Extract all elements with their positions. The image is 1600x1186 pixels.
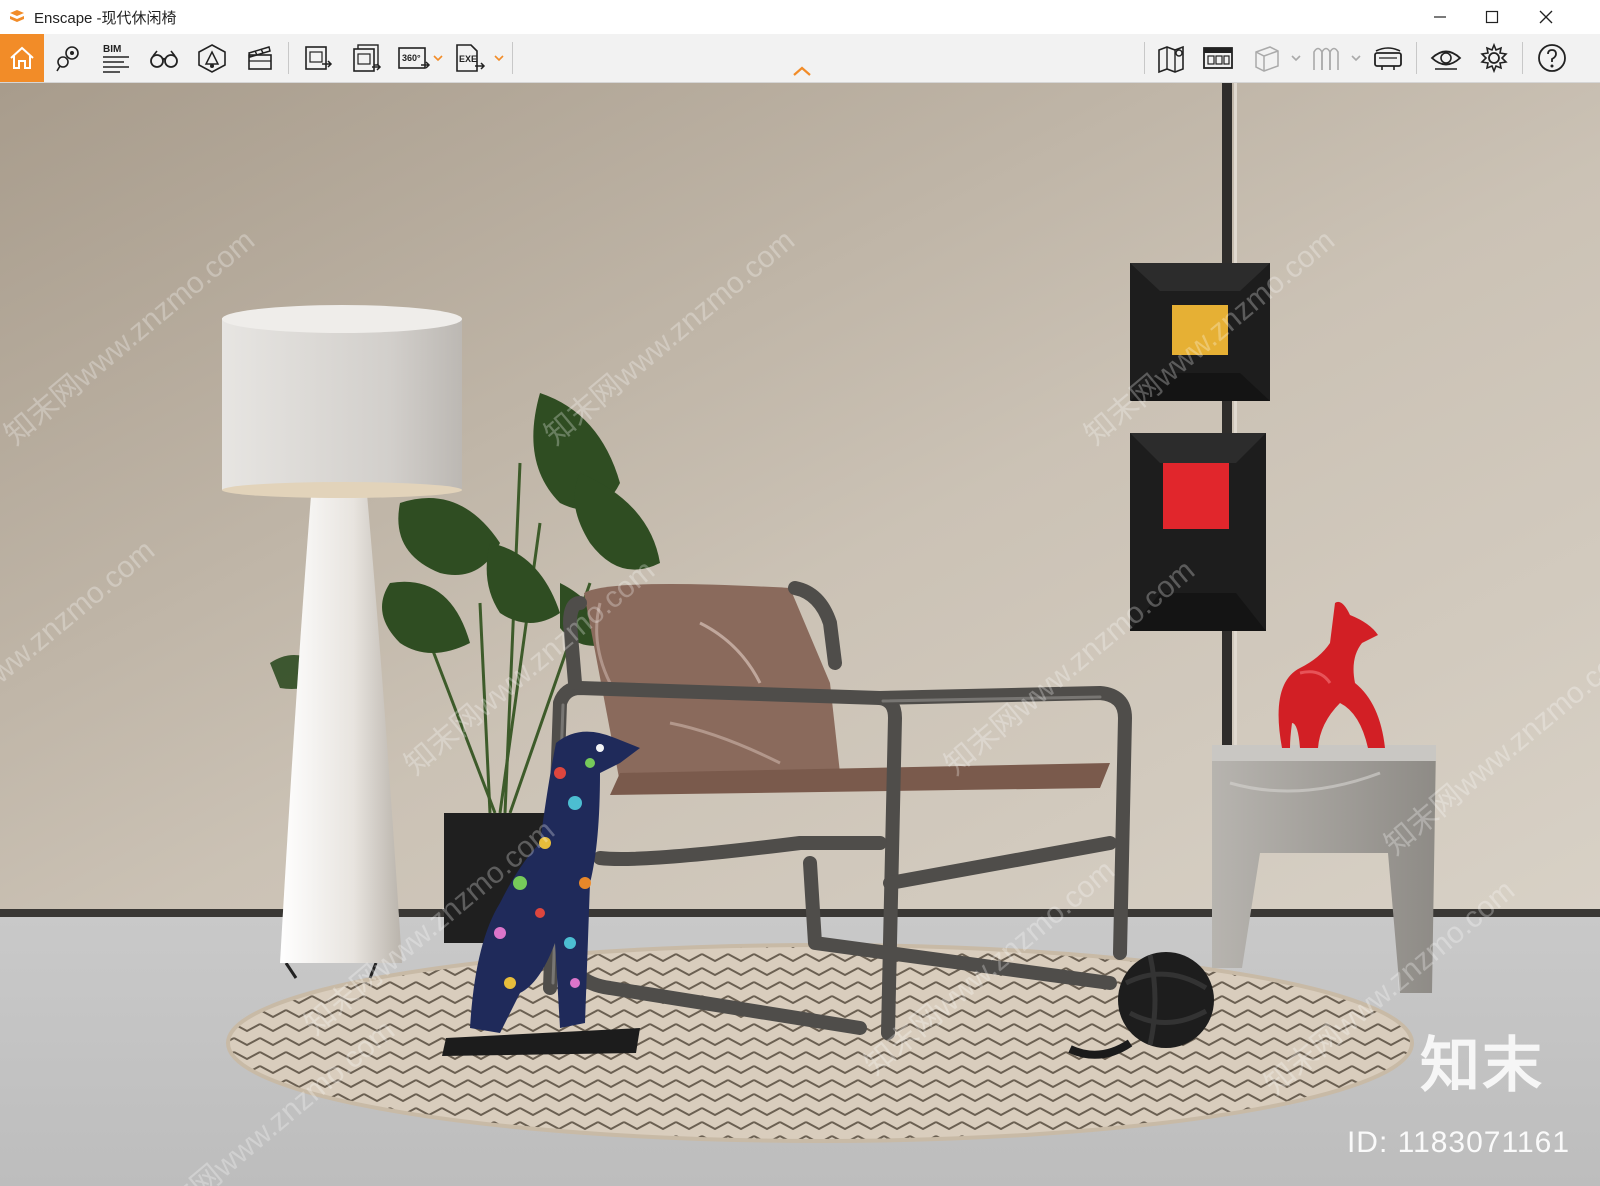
location-views-icon: [56, 46, 79, 72]
chevron-up-icon: [793, 66, 811, 76]
wall-art-red: [1130, 433, 1266, 631]
wall-art-yellow: [1130, 263, 1270, 401]
section-box-dropdown[interactable]: [1290, 48, 1302, 68]
image-id: ID: 1183071161: [1346, 1126, 1570, 1159]
help-icon: [1538, 44, 1566, 72]
minimize-button[interactable]: [1414, 0, 1466, 34]
export-exe-dropdown[interactable]: [493, 48, 505, 68]
chevron-down-icon: [433, 55, 443, 62]
export-image-icon: [305, 46, 333, 70]
toolbar-collapse-button[interactable]: [788, 62, 816, 80]
home-icon: [10, 46, 34, 69]
minimize-icon: [1434, 16, 1446, 18]
walk-mode-button[interactable]: [142, 34, 186, 82]
maximize-button[interactable]: [1466, 0, 1518, 34]
chevron-down-icon: [1351, 55, 1361, 62]
watermark-logo: 知末: [1420, 1032, 1544, 1099]
visual-presets-dropdown[interactable]: [1350, 48, 1362, 68]
render-360-button[interactable]: 360°: [392, 34, 436, 82]
visual-settings-button[interactable]: [1424, 34, 1468, 82]
capture-icon: [1203, 47, 1233, 69]
help-button[interactable]: [1530, 34, 1574, 82]
svg-text:EXE: EXE: [459, 54, 477, 64]
toolbar-separator: [512, 42, 513, 74]
asset-library-button[interactable]: [190, 34, 234, 82]
export-exe-button[interactable]: EXE: [448, 34, 492, 82]
bim-icon: BIM: [103, 44, 129, 73]
svg-text:BIM: BIM: [103, 44, 121, 55]
clapperboard-icon: [248, 46, 272, 70]
panorama-360-icon: 360°: [398, 47, 431, 69]
title-bar: Enscape -现代休闲椅: [0, 0, 1600, 34]
asset-library-icon: [198, 44, 226, 73]
rendered-scene: [0, 83, 1600, 1186]
bim-button[interactable]: BIM: [94, 34, 138, 82]
settings-button[interactable]: [1472, 34, 1516, 82]
minimap-button[interactable]: [1150, 34, 1194, 82]
render-viewport[interactable]: 知末 ID: 1183071161 知末网www.znzmo.com 知末网www…: [0, 83, 1600, 1186]
maximize-icon: [1485, 10, 1499, 24]
chevron-down-icon: [494, 55, 504, 62]
binoculars-icon: [150, 50, 178, 68]
batch-render-icon: [353, 44, 382, 72]
svg-text:360°: 360°: [402, 53, 421, 63]
round-rug: [226, 943, 1414, 1143]
toolbar-separator: [288, 42, 289, 74]
render-360-dropdown[interactable]: [432, 48, 444, 68]
section-box-button[interactable]: [1244, 34, 1288, 82]
presets-icon: [1313, 47, 1339, 70]
home-button[interactable]: [0, 34, 44, 82]
close-button[interactable]: [1520, 0, 1572, 34]
enscape-logo-icon: [6, 6, 28, 28]
close-icon: [1539, 10, 1553, 24]
video-editor-button[interactable]: [238, 34, 282, 82]
toolbar-separator: [1522, 42, 1523, 74]
toolbar-separator: [1416, 42, 1417, 74]
chevron-down-icon: [1291, 55, 1301, 62]
vr-headset-button[interactable]: [1366, 34, 1410, 82]
visual-presets-button[interactable]: [1304, 34, 1348, 82]
vr-headset-icon: [1374, 47, 1402, 70]
views-button[interactable]: [46, 34, 90, 82]
enscape-window: Enscape -现代休闲椅 BIM 360° EXE 知末 ID: 11830…: [0, 0, 1600, 1186]
export-exe-icon: EXE: [456, 44, 486, 72]
eye-icon: [1430, 50, 1462, 70]
gear-icon: [1480, 42, 1508, 74]
map-icon: [1158, 45, 1184, 74]
cube-icon: [1255, 46, 1279, 72]
toolbar-separator: [1144, 42, 1145, 74]
capture-info-button[interactable]: [1196, 34, 1240, 82]
render-image-button[interactable]: [296, 34, 340, 82]
batch-render-button[interactable]: [344, 34, 388, 82]
window-title: Enscape -现代休闲椅: [34, 9, 177, 27]
